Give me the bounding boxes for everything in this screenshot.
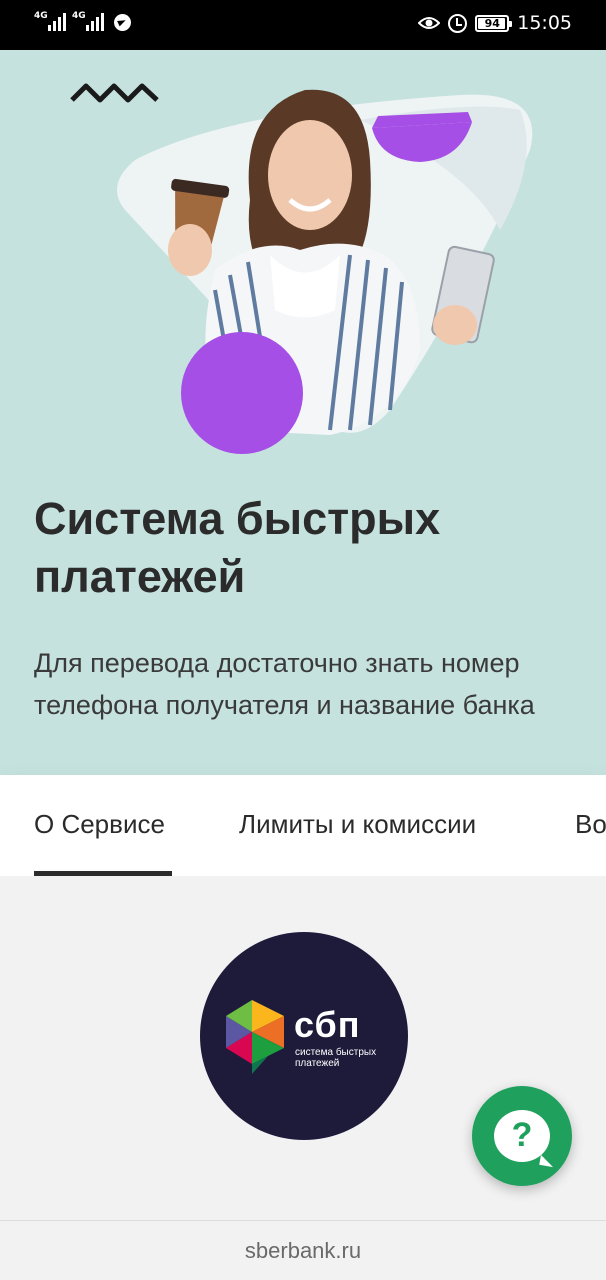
network-type-label: 4G bbox=[34, 11, 48, 21]
status-right: 94 15:05 bbox=[418, 12, 572, 34]
zigzag-decoration bbox=[70, 83, 159, 103]
person-face bbox=[268, 120, 352, 230]
sbp-logo-icon bbox=[226, 1000, 284, 1074]
page-subtitle: Для перевода достаточно знать номер теле… bbox=[34, 648, 535, 720]
alarm-icon bbox=[448, 13, 468, 33]
sbp-logo-name: сбп bbox=[294, 1004, 361, 1045]
hero-banner: Система быстрых платежей Для перевода до… bbox=[0, 50, 606, 775]
tab-limits-and-fees[interactable]: Лимиты и комиссии bbox=[239, 809, 476, 840]
signal-icon: 4G bbox=[34, 11, 66, 31]
sbp-logo: сбп система быстрых платежей bbox=[200, 932, 408, 1140]
tab-bar: О Сервисе Лимиты и комиссии Во bbox=[0, 775, 606, 876]
purple-circle-decoration bbox=[181, 332, 303, 454]
tab-about-service[interactable]: О Сервисе bbox=[34, 809, 165, 840]
help-question-mark: ? bbox=[511, 1116, 533, 1154]
tab-questions[interactable]: Во bbox=[575, 809, 606, 840]
battery-level: 94 bbox=[484, 16, 500, 30]
network-type-label: 4G bbox=[72, 11, 86, 21]
status-left: 4G 4G bbox=[34, 11, 131, 31]
signal-icon: 4G bbox=[72, 11, 104, 31]
eye-icon bbox=[418, 17, 441, 29]
status-bar: 4G 4G 94 15:05 bbox=[0, 0, 606, 50]
url-text: sberbank.ru bbox=[244, 1238, 362, 1263]
telegram-icon bbox=[114, 14, 131, 31]
help-chat-button[interactable]: ? bbox=[472, 1086, 572, 1186]
hero-illustration bbox=[70, 83, 533, 454]
chat-bubble-icon: ? bbox=[494, 1110, 550, 1162]
page-title: Система быстрых платежей bbox=[34, 493, 441, 602]
battery-icon: 94 bbox=[475, 14, 513, 32]
clock: 15:05 bbox=[517, 12, 572, 34]
browser-url-bar[interactable]: sberbank.ru bbox=[0, 1220, 606, 1280]
sbp-logo-subtitle: система быстрых платежей bbox=[295, 1047, 377, 1069]
